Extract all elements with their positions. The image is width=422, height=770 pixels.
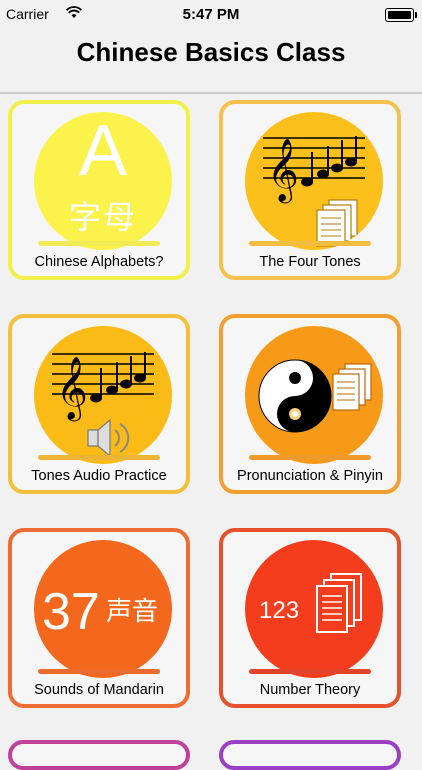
tile-four-tones[interactable]: 𝄞 The Four Tones [219, 100, 401, 280]
tile-label: Pronunciation & Pinyin [237, 468, 383, 484]
tile-bar [249, 669, 371, 674]
tile-label: Tones Audio Practice [31, 468, 167, 484]
tile-sounds-of-mandarin[interactable]: 37 声音 Sounds of Mandarin [8, 528, 190, 708]
number-37-icon: 37 [42, 583, 100, 641]
yin-yang-document-icon [245, 326, 383, 464]
tile-next-row-left[interactable] [8, 740, 190, 770]
tile-label: Chinese Alphabets? [34, 254, 164, 270]
tile-chinese-alphabets[interactable]: A 字母 Chinese Alphabets? [8, 100, 190, 280]
tile-label: The Four Tones [259, 254, 361, 270]
tile-next-row-right[interactable] [219, 740, 401, 770]
tile-circle: 𝄞 [34, 326, 172, 464]
tile-bar [38, 241, 160, 246]
number-document-icon [245, 540, 383, 678]
tile-bar [38, 455, 160, 460]
tile-circle: 𝄞 [245, 112, 383, 250]
tile-bar [249, 241, 371, 246]
tile-label: Sounds of Mandarin [34, 682, 164, 698]
tile-circle: 37 声音 [34, 540, 172, 678]
music-staff-speaker-icon: 𝄞 [34, 326, 172, 464]
tile-circle: A 字母 [34, 112, 172, 250]
letter-a-icon: A [78, 112, 128, 191]
tile-grid: A 字母 Chinese Alphabets? 𝄞 The Four Tones… [0, 0, 422, 770]
tile-number-theory[interactable]: 123 Number Theory [219, 528, 401, 708]
svg-text:𝄞: 𝄞 [56, 356, 88, 422]
tile-bar [249, 455, 371, 460]
tile-tones-audio-practice[interactable]: 𝄞 Tones Audio Practice [8, 314, 190, 494]
chinese-characters-icon: 声音 [106, 596, 159, 626]
tile-label: Number Theory [259, 682, 361, 698]
tile-circle: 123 [245, 540, 383, 678]
tile-bar [38, 669, 160, 674]
tile-circle [245, 326, 383, 464]
tile-pronunciation-pinyin[interactable]: Pronunciation & Pinyin [219, 314, 401, 494]
chinese-characters-icon: 字母 [68, 199, 137, 235]
svg-text:𝄞: 𝄞 [267, 138, 299, 204]
music-staff-document-icon: 𝄞 [245, 112, 383, 250]
